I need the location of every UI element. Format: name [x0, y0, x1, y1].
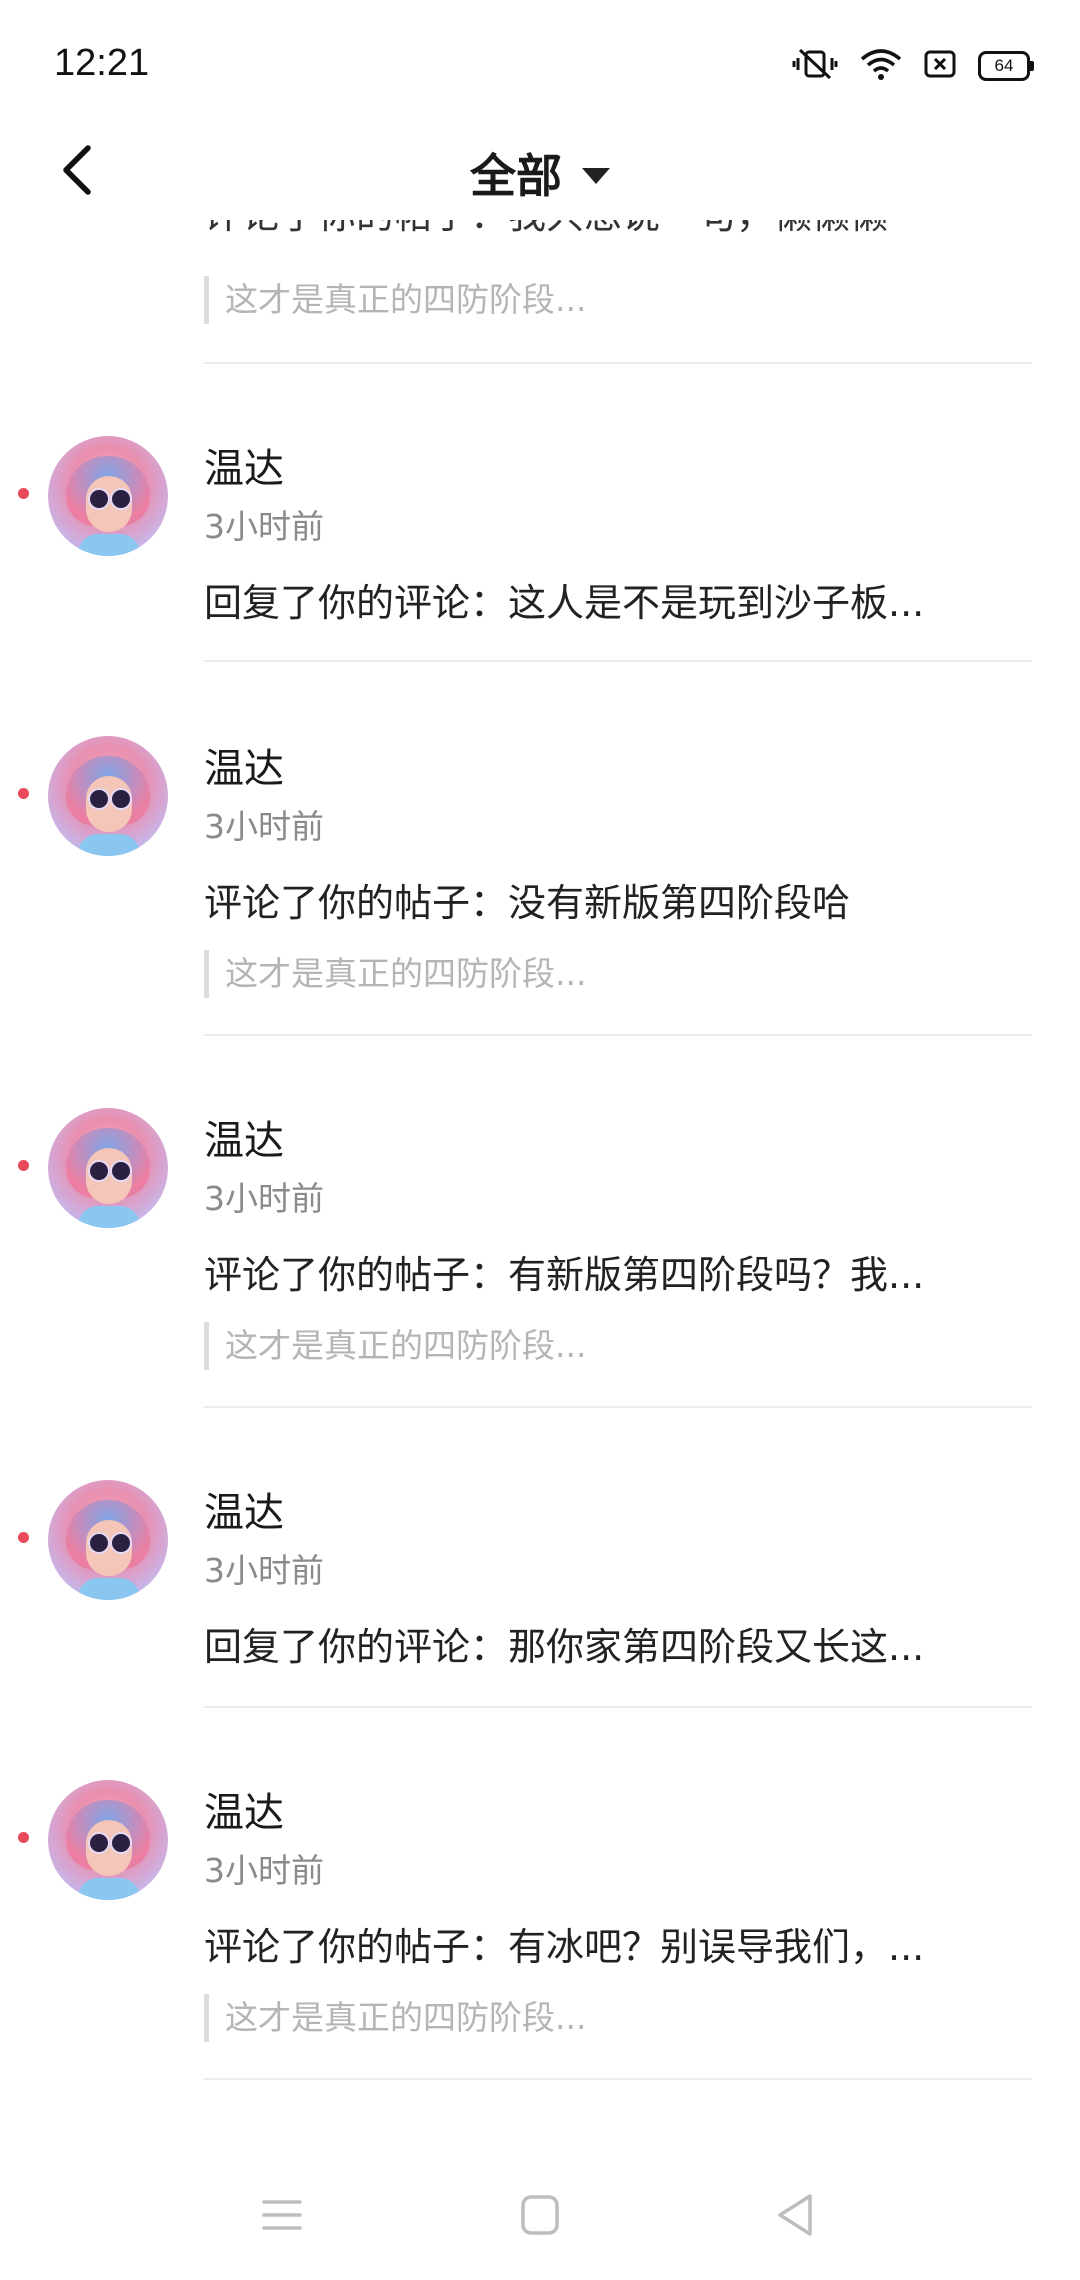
avatar[interactable] — [48, 1480, 168, 1600]
vibrate-silent-icon — [792, 46, 838, 86]
quoted-post[interactable]: 这才是真正的四防阶段... — [204, 1994, 586, 2042]
user-name[interactable]: 温达 — [204, 1780, 284, 1838]
back-nav-button[interactable] — [766, 2190, 826, 2240]
status-time: 12:21 — [54, 42, 150, 84]
notification-content: 回复了你的评论：这人是不是玩到沙子板... — [204, 581, 925, 625]
avatar[interactable] — [48, 736, 168, 856]
list-item[interactable]: 温达 3小时前 回复了你的评论：这人是不是玩到沙子板... — [0, 364, 1080, 664]
divider — [204, 2078, 1032, 2080]
status-icons: 64 — [792, 46, 1034, 86]
notification-content: 评论了你的帖子：我只想说一句，懒懒懒 — [204, 220, 888, 239]
home-button[interactable] — [510, 2190, 570, 2240]
timestamp: 3小时前 — [204, 1851, 324, 1890]
home-icon — [510, 2195, 570, 2244]
quoted-post[interactable]: 这才是真正的四防阶段... — [204, 1322, 586, 1370]
wifi-icon — [860, 47, 902, 85]
list-item[interactable]: 温达 3小时前 评论了你的帖子：没有新版第四阶段哈 这才是真正的四防阶段... — [0, 664, 1080, 1036]
avatar[interactable] — [48, 1780, 168, 1900]
user-name[interactable]: 温达 — [204, 436, 284, 494]
timestamp: 3小时前 — [204, 1551, 324, 1590]
menu-icon — [252, 2200, 312, 2244]
sim-card-icon — [924, 49, 956, 83]
back-triangle-icon — [766, 2194, 826, 2244]
timestamp: 3小时前 — [204, 1179, 324, 1218]
user-name[interactable]: 温达 — [204, 1108, 284, 1166]
unread-dot — [18, 788, 29, 799]
status-bar: 12:21 64 — [0, 0, 1080, 130]
user-name[interactable]: 温达 — [204, 1480, 284, 1538]
avatar[interactable] — [48, 436, 168, 556]
unread-dot — [18, 1160, 29, 1171]
list-item[interactable]: 温达 3小时前 评论了你的帖子：有新版第四阶段吗？我... 这才是真正的四防阶段… — [0, 1036, 1080, 1408]
unread-dot — [18, 488, 29, 499]
timestamp: 3小时前 — [204, 507, 324, 546]
notification-content: 评论了你的帖子：没有新版第四阶段哈 — [204, 881, 851, 925]
list-item[interactable]: 温达 3小时前 回复了你的评论：那你家第四阶段又长这... — [0, 1408, 1080, 1708]
page-title: 全部 — [470, 149, 562, 203]
battery-icon: 64 — [978, 51, 1034, 81]
list-item-partial[interactable]: 评论了你的帖子：我只想说一句，懒懒懒 这才是真正的四防阶段... — [0, 220, 1080, 364]
filter-dropdown[interactable]: 全部 — [0, 140, 1080, 206]
unread-dot — [18, 1532, 29, 1543]
avatar[interactable] — [48, 1108, 168, 1228]
divider — [204, 660, 1032, 662]
system-nav-bar — [0, 2150, 1080, 2280]
caret-down-icon — [582, 168, 610, 184]
list-item[interactable]: 温达 3小时前 评论了你的帖子：有冰吧？别误导我们，... 这才是真正的四防阶段… — [0, 1708, 1080, 2080]
quoted-post[interactable]: 这才是真正的四防阶段... — [204, 950, 586, 998]
timestamp: 3小时前 — [204, 807, 324, 846]
user-name[interactable]: 温达 — [204, 736, 284, 794]
notification-content: 评论了你的帖子：有新版第四阶段吗？我... — [204, 1253, 925, 1297]
notification-list[interactable]: 评论了你的帖子：我只想说一句，懒懒懒 这才是真正的四防阶段... 温达 3小时前… — [0, 220, 1080, 2110]
quoted-post: 这才是真正的四防阶段... — [204, 276, 586, 324]
notification-content: 评论了你的帖子：有冰吧？别误导我们，... — [204, 1925, 925, 1969]
notification-content: 回复了你的评论：那你家第四阶段又长这... — [204, 1625, 925, 1669]
unread-dot — [18, 1832, 29, 1843]
header-bar: 全部 — [0, 120, 1080, 220]
menu-button[interactable] — [252, 2190, 312, 2240]
